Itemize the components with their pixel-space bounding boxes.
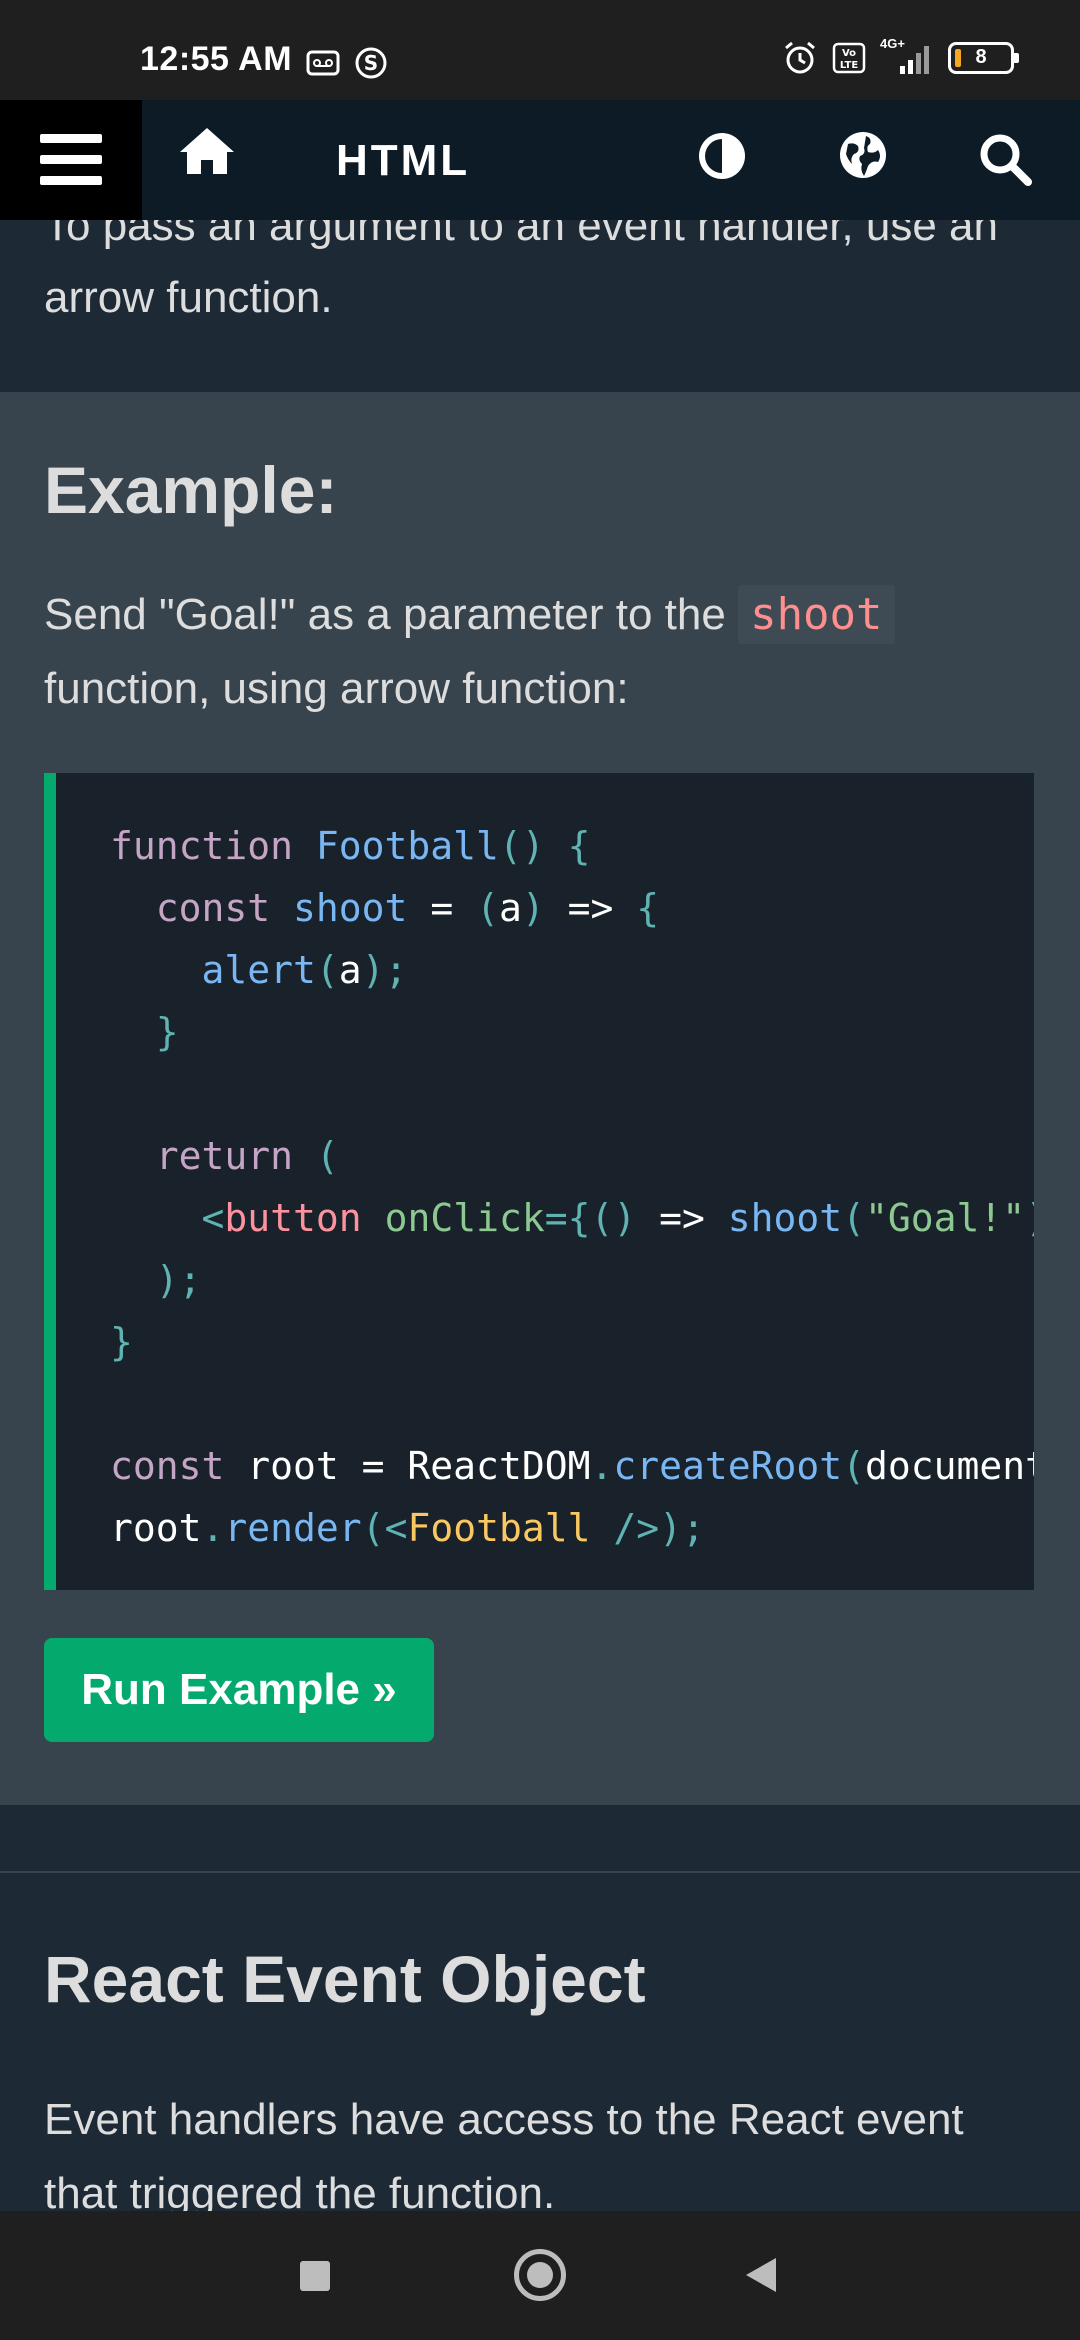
voicemail-icon [306, 50, 340, 76]
status-time: 12:55 AM [140, 40, 293, 78]
status-left-icons: S [306, 46, 388, 80]
back-button[interactable] [742, 2255, 782, 2295]
svg-text:LTE: LTE [840, 60, 859, 71]
example-panel: Example: Send "Goal!" as a parameter to … [0, 392, 1080, 1805]
app-s-icon: S [355, 47, 387, 79]
code-block: function Football() { const shoot = (a) … [44, 773, 1034, 1590]
code-line: ); [155, 1258, 202, 1302]
code-line: root.render(<Football />); [110, 1506, 705, 1550]
status-bar: 12:55 AM S Vo LTE 4G+ 8 [0, 0, 1080, 100]
volte-icon: Vo LTE [832, 42, 866, 74]
section-divider [0, 1871, 1080, 1873]
home-nav-icon [527, 2262, 553, 2288]
home-icon [180, 128, 234, 174]
globe-icon [840, 132, 886, 178]
example-heading: Example: [44, 453, 338, 527]
svg-text:S: S [364, 51, 378, 75]
theme-toggle-button[interactable] [696, 130, 752, 186]
code-line: } [155, 1010, 179, 1054]
alarm-icon [785, 41, 815, 74]
example-desc-after: function, using arrow function: [44, 664, 629, 713]
language-button[interactable] [838, 130, 896, 188]
search-icon [980, 134, 1032, 186]
code-line: alert(a); [201, 948, 408, 992]
recents-button[interactable] [300, 2261, 330, 2291]
code-line: function Football() { [110, 824, 591, 868]
status-right-icons: Vo LTE 4G+ 8 [782, 36, 1019, 76]
hamburger-icon [40, 134, 102, 185]
code-line: <button onClick={() => shoot("Goal!")}>T… [201, 1196, 1034, 1240]
battery-percent: 8 [975, 46, 987, 68]
top-navigation: HTML [0, 100, 1080, 220]
home-button[interactable] [178, 126, 248, 196]
intro-section: To pass an argument to an event handler,… [0, 201, 1080, 392]
battery-icon: 8 [948, 42, 1019, 74]
system-navigation-bar [0, 2211, 1080, 2340]
signal-icon [900, 46, 929, 74]
nav-title-html[interactable]: HTML [336, 136, 470, 186]
svg-text:Vo: Vo [842, 48, 856, 59]
run-example-button[interactable]: Run Example » [44, 1638, 434, 1742]
signal-group: 4G+ [880, 36, 934, 76]
code-content: function Football() { const shoot = (a) … [110, 815, 1034, 1559]
code-line: const root = ReactDOM.createRoot(documen… [110, 1444, 1034, 1488]
menu-button[interactable] [0, 100, 142, 220]
example-description: Send "Goal!" as a parameter to the shoot… [44, 578, 1034, 726]
example-desc-before: Send "Goal!" as a parameter to the [44, 590, 739, 639]
code-line: } [110, 1320, 133, 1364]
code-line: return ( [155, 1134, 339, 1178]
search-button[interactable] [978, 132, 1036, 190]
code-line: const shoot = (a) => { [155, 886, 660, 930]
contrast-icon [699, 133, 745, 179]
section-heading: React Event Object [44, 1942, 646, 2016]
home-nav-button[interactable] [514, 2249, 566, 2301]
react-event-object-section: React Event Object Event handlers have a… [0, 1805, 1080, 2218]
inline-code-shoot: shoot [738, 585, 895, 644]
section-text: Event handlers have access to the React … [44, 2095, 964, 2218]
